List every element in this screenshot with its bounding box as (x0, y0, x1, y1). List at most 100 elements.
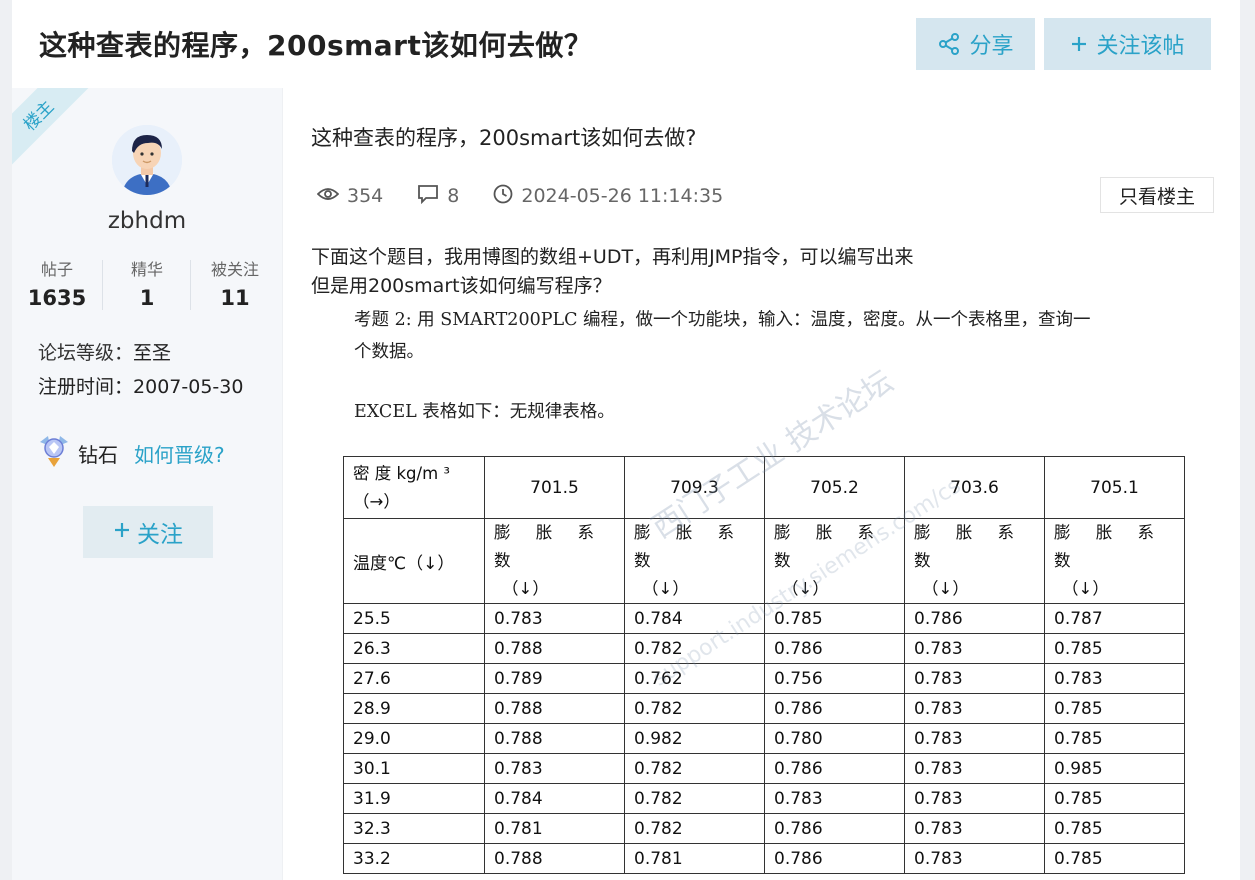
stat-essence: 精华 1 (102, 256, 192, 310)
table-corner-cell: 密 度 kg/m ³ （→） (343, 456, 485, 519)
coefficient-cell: 0.783 (904, 843, 1045, 874)
coefficient-cell: 0.783 (484, 753, 625, 784)
view-count: 354 (347, 185, 384, 207)
coef-label: 膨 胀 系 数 (774, 523, 884, 570)
post-image[interactable]: 考题 2: 用 SMART200PLC 编程，做一个功能块，输入：温度，密度。从… (341, 300, 1221, 880)
coefficient-cell: 0.784 (484, 783, 625, 814)
image-text-line: 考题 2: 用 SMART200PLC 编程，做一个功能块，输入：温度，密度。从… (354, 310, 1091, 330)
coef-label: 膨 胀 系 数 (914, 523, 1024, 570)
coefficient-cell: 0.783 (1044, 663, 1185, 694)
coef-header: 膨 胀 系 数 （↓） (764, 518, 905, 604)
coefficient-cell: 0.782 (624, 693, 765, 724)
stat-value: 11 (220, 286, 250, 310)
post-title: 这种查表的程序，200smart该如何去做? (311, 126, 697, 150)
post-body: 下面这个题目，我用博图的数组+UDT，再利用JMP指令，可以编写出来 但是用20… (311, 243, 914, 301)
coefficient-cell: 0.781 (624, 843, 765, 874)
diamond-rank-icon (38, 434, 70, 473)
table-row: 32.3 0.781 0.782 0.786 0.783 0.785 (343, 813, 1185, 844)
temperature-cell: 30.1 (343, 753, 485, 784)
density-header: 701.5 (484, 456, 625, 519)
rank-name: 钻石 (78, 443, 118, 467)
table-row: 33.2 0.788 0.781 0.786 0.783 0.785 (343, 843, 1185, 874)
coefficient-cell: 0.785 (1044, 633, 1185, 664)
coefficient-cell: 0.786 (764, 843, 905, 874)
register-key: 注册时间： (38, 376, 134, 398)
image-text-line: 个数据。 (354, 342, 424, 362)
coefficient-cell: 0.785 (1044, 693, 1185, 724)
follow-post-label: 关注该帖 (1096, 34, 1185, 59)
temperature-cell: 26.3 (343, 633, 485, 664)
table-body: 25.5 0.783 0.784 0.785 0.786 0.787 26.3 0.788 0.… (343, 603, 1185, 874)
temperature-cell: 33.2 (343, 843, 485, 874)
data-table: 密 度 kg/m ³ （→） 701.5 709.3 705.2 703.6 7… (343, 456, 1185, 874)
coefficient-cell: 0.785 (1044, 783, 1185, 814)
temperature-cell: 27.6 (343, 663, 485, 694)
corner-density-label: 密 度 kg/m ³ (353, 463, 451, 483)
follow-user-button[interactable]: 关注 (83, 506, 213, 558)
author-sidebar: 楼主 zbhdm 帖子 1635 精华 1 被关注 11 论坛等级：至圣 注册时… (12, 88, 282, 880)
coef-label: 膨 胀 系 数 (494, 523, 604, 570)
stat-posts: 帖子 1635 (12, 256, 102, 310)
density-header: 709.3 (624, 456, 765, 519)
coefficient-cell: 0.786 (904, 603, 1045, 634)
username[interactable]: zbhdm (12, 208, 282, 234)
coef-header: 膨 胀 系 数 （↓） (624, 518, 765, 604)
coefficient-cell: 0.786 (764, 693, 905, 724)
post-content: 这种查表的程序，200smart该如何去做? 354 8 2024-05-26 … (283, 88, 1240, 880)
corner-arrow: （→） (353, 491, 400, 511)
only-op-button[interactable]: 只看楼主 (1100, 177, 1214, 213)
coef-arrow: （↓） (502, 579, 549, 598)
coefficient-cell: 0.982 (624, 723, 765, 754)
temp-label-cell: 温度℃（↓） (343, 518, 485, 604)
coefficient-cell: 0.786 (764, 753, 905, 784)
coefficient-cell: 0.783 (904, 693, 1045, 724)
temperature-cell: 31.9 (343, 783, 485, 814)
register-value: 2007-05-30 (133, 376, 244, 398)
coef-label: 膨 胀 系 数 (1054, 523, 1164, 570)
coefficient-cell: 0.783 (484, 603, 625, 634)
coefficient-cell: 0.785 (764, 603, 905, 634)
post-time: 2024-05-26 11:14:35 (493, 184, 723, 209)
share-button[interactable]: 分享 (916, 18, 1035, 70)
avatar[interactable] (112, 125, 182, 195)
coefficient-cell: 0.789 (484, 663, 625, 694)
coefficient-cell: 0.781 (484, 813, 625, 844)
coefficient-cell: 0.783 (904, 783, 1045, 814)
coefficient-cell: 0.782 (624, 813, 765, 844)
clock-icon (493, 184, 513, 209)
coefficient-cell: 0.782 (624, 783, 765, 814)
coefficient-cell: 0.782 (624, 753, 765, 784)
page-title: 这种查表的程序，200smart该如何去做？ (39, 29, 593, 62)
table-row: 25.5 0.783 0.784 0.785 0.786 0.787 (343, 603, 1185, 634)
coefficient-cell: 0.783 (904, 753, 1045, 784)
temperature-cell: 25.5 (343, 603, 485, 634)
follow-post-button[interactable]: 关注该帖 (1044, 18, 1211, 70)
image-text-line: EXCEL 表格如下：无规律表格。 (354, 402, 615, 422)
temperature-cell: 29.0 (343, 723, 485, 754)
comment-count: 8 (447, 185, 460, 207)
coefficient-cell: 0.985 (1044, 753, 1185, 784)
coefficient-cell: 0.780 (764, 723, 905, 754)
op-badge: 楼主 (12, 88, 96, 173)
coefficient-cell: 0.762 (624, 663, 765, 694)
table-row: 28.9 0.788 0.782 0.786 0.783 0.785 (343, 693, 1185, 724)
follow-user-label: 关注 (137, 522, 183, 548)
table-row: 26.3 0.788 0.782 0.786 0.783 0.785 (343, 633, 1185, 664)
stat-label: 精华 (130, 260, 163, 279)
coef-arrow: （↓） (642, 579, 689, 598)
coefficient-cell: 0.787 (1044, 603, 1185, 634)
coef-header: 膨 胀 系 数 （↓） (904, 518, 1045, 604)
coefficient-cell: 0.782 (624, 633, 765, 664)
coefficient-cell: 0.788 (484, 843, 625, 874)
stat-value: 1635 (27, 286, 87, 310)
coef-arrow: （↓） (922, 579, 969, 598)
rank-upgrade-link[interactable]: 如何晋级? (134, 439, 225, 468)
density-header: 705.1 (1044, 456, 1185, 519)
views: 354 (316, 185, 384, 207)
density-header: 705.2 (764, 456, 905, 519)
post-header: 这种查表的程序，200smart该如何去做？ 分享 关注该帖 (12, 0, 1240, 88)
comments: 8 (417, 184, 459, 209)
rank: 钻石 如何晋级? (38, 434, 225, 473)
register-date: 注册时间：2007-05-30 (38, 372, 248, 402)
coef-arrow: （↓） (782, 579, 829, 598)
